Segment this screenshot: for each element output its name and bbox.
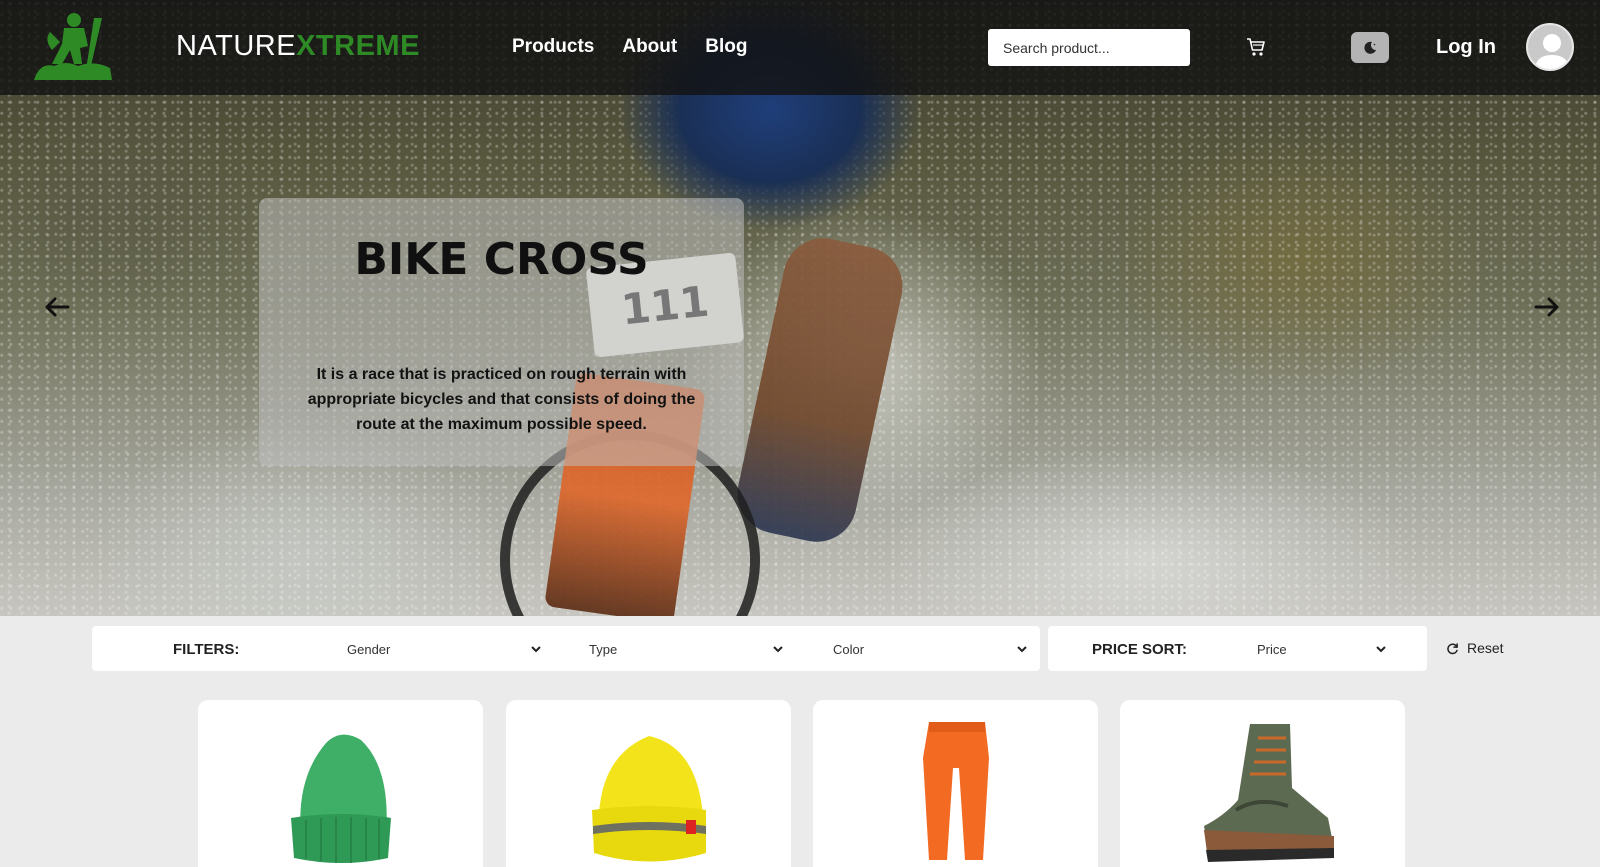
hero-caption-card: BIKE CROSS It is a race that is practice… (259, 198, 744, 466)
hiking-boot-image (1203, 724, 1334, 862)
brand-name-part1: NATURE (176, 30, 297, 62)
yellow-beanie-image (591, 736, 706, 862)
color-select[interactable]: Color (833, 636, 1038, 662)
orange-pants-image (922, 722, 989, 860)
refresh-icon (1447, 642, 1458, 654)
login-link[interactable]: Log In (1436, 36, 1496, 59)
product-card[interactable] (506, 700, 791, 867)
user-avatar-icon[interactable] (1526, 23, 1574, 71)
price-select-value: Price (1257, 641, 1287, 657)
brand-name[interactable]: NATUREXTREME (176, 30, 420, 63)
carousel-prev-arrow-icon[interactable] (42, 292, 72, 322)
nav-link-blog[interactable]: Blog (705, 36, 747, 58)
chevron-down-icon (531, 646, 541, 653)
product-card[interactable] (813, 700, 1098, 867)
nav-links: Products About Blog (512, 36, 747, 58)
product-card[interactable] (1120, 700, 1405, 867)
hero-description: It is a race that is practiced on rough … (307, 366, 696, 433)
filters-bar: FILTERS: Gender Type Color (92, 626, 1040, 671)
type-select[interactable]: Type (589, 636, 794, 662)
top-navbar: NATUREXTREME Products About Blog Log In (0, 0, 1600, 95)
hero-title: BIKE CROSS (354, 234, 649, 285)
reset-label: Reset (1467, 640, 1504, 656)
product-card[interactable] (198, 700, 483, 867)
chevron-down-icon (773, 646, 783, 653)
brand-name-part2: XTREME (296, 30, 420, 62)
nav-link-about[interactable]: About (622, 36, 677, 58)
nav-link-products[interactable]: Products (512, 36, 594, 58)
gender-select-value: Gender (347, 641, 391, 657)
price-sort-label: PRICE SORT: (1092, 641, 1188, 658)
price-sort-bar: PRICE SORT: Price (1048, 626, 1427, 671)
cart-icon[interactable] (1245, 36, 1269, 60)
filters-label: FILTERS: (173, 641, 240, 658)
price-select[interactable]: Price (1257, 636, 1397, 662)
dark-mode-toggle[interactable] (1351, 32, 1389, 63)
type-select-value: Type (589, 641, 618, 657)
carousel-next-arrow-icon[interactable] (1532, 292, 1562, 322)
chevron-down-icon (1017, 646, 1027, 653)
chevron-down-icon (1376, 646, 1386, 653)
moon-icon (1364, 41, 1376, 54)
reset-filters-button[interactable]: Reset (1446, 640, 1504, 656)
search-input[interactable] (988, 29, 1190, 66)
gender-select[interactable]: Gender (347, 636, 552, 662)
color-select-value: Color (833, 641, 865, 657)
hiker-logo-icon[interactable] (30, 10, 116, 82)
green-beanie-image (290, 734, 391, 863)
